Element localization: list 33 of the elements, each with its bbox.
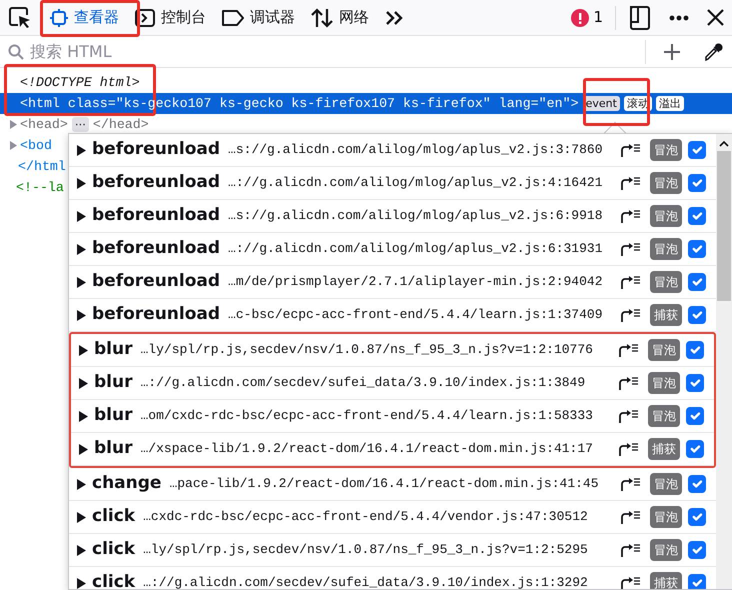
event-name: beforeunload (92, 171, 220, 194)
head-tag-text: <head> (20, 116, 68, 134)
phase-badge: 冒泡 (650, 172, 682, 194)
phase-badge: 捕获 (650, 572, 682, 589)
event-name: click (92, 505, 136, 528)
phase-badge: 冒泡 (650, 506, 682, 528)
head-close-text: </head> (92, 116, 149, 134)
event-name: blur (94, 371, 132, 394)
phase-badge: 捕获 (648, 438, 680, 460)
phase-badge: 冒泡 (648, 405, 680, 427)
doctype-text: <!DOCTYPE html> (20, 74, 140, 92)
phase-badge: 冒泡 (650, 139, 682, 161)
event-name: click (92, 538, 136, 562)
event-name: blur (94, 404, 132, 428)
event-name: blur (94, 437, 132, 460)
phase-badge: 冒泡 (650, 539, 682, 561)
event-name: beforeunload (92, 138, 220, 162)
body-tag-text: <bod (20, 136, 52, 155)
event-name: blur (94, 338, 132, 362)
phase-badge: 冒泡 (650, 205, 682, 227)
phase-badge: 冒泡 (650, 473, 682, 495)
phase-badge: 冒泡 (648, 339, 680, 361)
event-name: beforeunload (92, 270, 220, 294)
event-name: beforeunload (92, 237, 220, 260)
phase-badge: 冒泡 (648, 372, 680, 394)
event-name: click (92, 571, 136, 589)
event-name: beforeunload (92, 303, 220, 326)
event-name: beforeunload (92, 204, 220, 228)
event-name: change (92, 472, 162, 496)
html-close-text: </html (18, 158, 66, 176)
phase-badge: 冒泡 (650, 271, 682, 293)
phase-badge: 捕获 (650, 304, 682, 326)
phase-badge: 冒泡 (650, 238, 682, 260)
